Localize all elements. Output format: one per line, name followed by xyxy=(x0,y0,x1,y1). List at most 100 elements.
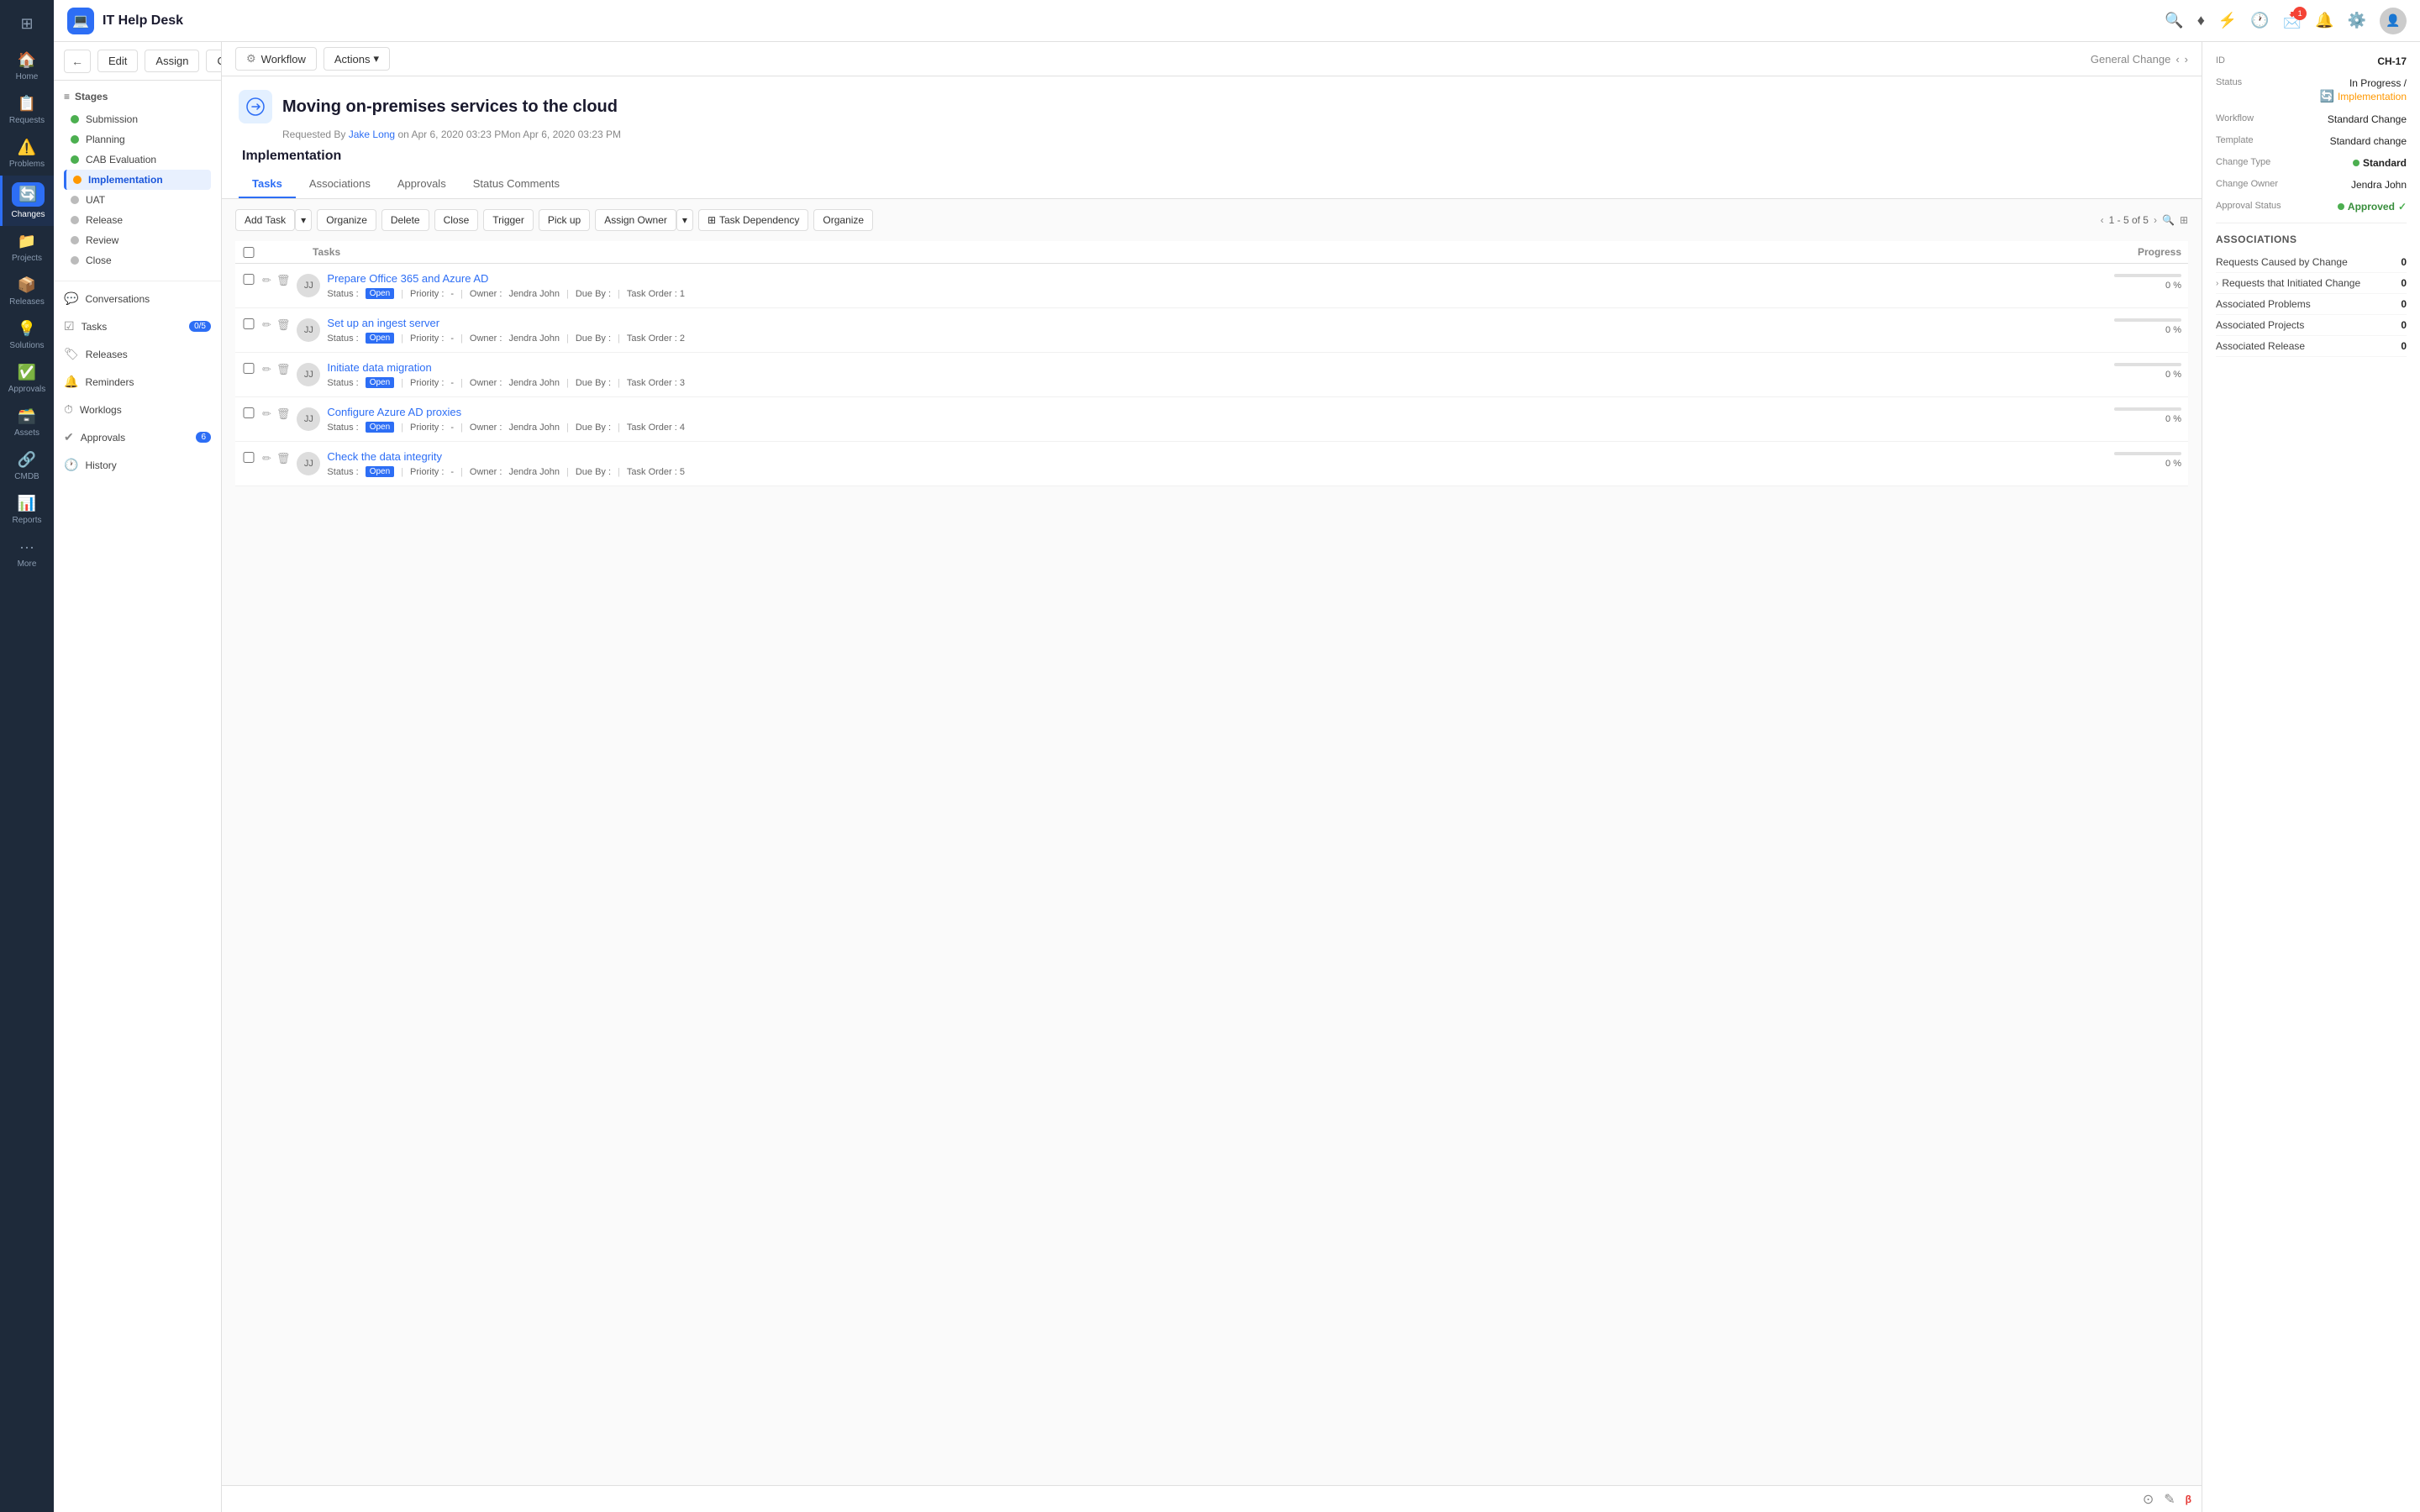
edit-button[interactable]: Edit xyxy=(97,50,138,72)
delete-button[interactable]: Delete xyxy=(381,209,429,231)
status-label: Status xyxy=(2216,77,2242,87)
close-task-button[interactable]: Close xyxy=(434,209,479,231)
task-toolbar: Add Task ▾ Organize Delete Close Trigger… xyxy=(235,209,2188,231)
task-5-name[interactable]: Check the data integrity xyxy=(327,450,2091,463)
back-button[interactable]: ← xyxy=(64,50,91,73)
nav-item-releases[interactable]: 📦 Releases xyxy=(0,270,54,313)
expand-requests-icon[interactable]: › xyxy=(2216,279,2218,288)
field-id: ID CH-17 xyxy=(2216,55,2407,67)
task-5-checkbox[interactable] xyxy=(242,452,255,463)
sidebar-item-history[interactable]: 🕐 History xyxy=(54,451,221,479)
task-3-name[interactable]: Initiate data migration xyxy=(327,361,2091,374)
due-label-5: Due By : xyxy=(576,467,611,477)
task-5-priority: - xyxy=(450,467,454,477)
columns-icon[interactable]: ⊞ xyxy=(2180,214,2188,226)
settings-icon[interactable]: ⚙️ xyxy=(2348,12,2366,29)
organize-button[interactable]: Organize xyxy=(317,209,376,231)
zoom-icon[interactable]: ⊙ xyxy=(2143,1491,2154,1508)
tab-approvals[interactable]: Approvals xyxy=(384,171,460,198)
sidebar-item-conversations[interactable]: 💬 Conversations xyxy=(54,285,221,312)
tasks-area: Add Task ▾ Organize Delete Close Trigger… xyxy=(222,199,2202,1485)
edit-mode-icon[interactable]: ✎ xyxy=(2164,1491,2175,1508)
edit-task-3-icon[interactable]: ✏ xyxy=(262,363,271,376)
stage-release[interactable]: Release xyxy=(64,210,211,230)
delete-task-4-icon[interactable]: 🗑 xyxy=(276,407,291,421)
task-3-info: Initiate data migration Status : Open | … xyxy=(327,361,2091,388)
edit-task-5-icon[interactable]: ✏ xyxy=(262,452,271,465)
nav-item-assets[interactable]: 🗃️ Assets xyxy=(0,401,54,444)
delete-task-2-icon[interactable]: 🗑 xyxy=(276,318,291,332)
actions-button[interactable]: Actions ▾ xyxy=(324,47,390,71)
task-3-checkbox[interactable] xyxy=(242,363,255,374)
pickup-button[interactable]: Pick up xyxy=(539,209,590,231)
nav-item-projects[interactable]: 📁 Projects xyxy=(0,226,54,270)
nav-item-problems[interactable]: ⚠️ Problems xyxy=(0,132,54,176)
notification-icon[interactable]: 📩 1 xyxy=(2283,12,2302,29)
nav-next-task[interactable]: › xyxy=(2154,214,2157,226)
sidebar-item-reminders[interactable]: 🔔 Reminders xyxy=(54,368,221,396)
diamond-icon[interactable]: ♦ xyxy=(2197,12,2205,29)
nav-item-changes[interactable]: 🔄 Changes xyxy=(0,176,54,226)
nav-next-icon[interactable]: › xyxy=(2185,53,2188,66)
bell-icon[interactable]: 🔔 xyxy=(2315,12,2333,29)
nav-item-reports[interactable]: 📊 Reports xyxy=(0,488,54,532)
nav-label-releases: Releases xyxy=(9,297,45,307)
grid-menu-icon[interactable]: ⊞ xyxy=(13,8,39,39)
search-icon[interactable]: 🔍 xyxy=(2165,12,2183,29)
clock-icon[interactable]: 🕐 xyxy=(2250,12,2269,29)
edit-task-2-icon[interactable]: ✏ xyxy=(262,318,271,332)
close-button[interactable]: Close xyxy=(206,50,222,72)
sidebar-item-worklogs[interactable]: ⏱ Worklogs xyxy=(54,396,221,423)
select-all-checkbox[interactable] xyxy=(242,247,255,258)
search-task-icon[interactable]: 🔍 xyxy=(2162,214,2175,226)
stage-planning[interactable]: Planning xyxy=(64,129,211,150)
nav-item-approvals[interactable]: ✅ Approvals xyxy=(0,357,54,401)
delete-task-1-icon[interactable]: 🗑 xyxy=(276,274,291,287)
workflow-button[interactable]: ⚙ Workflow xyxy=(235,47,317,71)
trigger-button[interactable]: Trigger xyxy=(483,209,534,231)
organize2-button[interactable]: Organize xyxy=(813,209,873,231)
assign-owner-button[interactable]: Assign Owner xyxy=(595,209,676,231)
sidebar-item-approvals[interactable]: ✔ Approvals 6 xyxy=(54,423,221,451)
approvals-icon: ✅ xyxy=(18,364,36,381)
task-1-checkbox[interactable] xyxy=(242,274,255,285)
stage-submission[interactable]: Submission xyxy=(64,109,211,129)
stage-implementation[interactable]: Implementation xyxy=(64,170,211,190)
tab-tasks[interactable]: Tasks xyxy=(239,171,296,198)
table-row: ✏ 🗑 JJ Set up an ingest server Status : … xyxy=(235,308,2188,353)
nav-item-solutions[interactable]: 💡 Solutions xyxy=(0,313,54,357)
stage-uat[interactable]: UAT xyxy=(64,190,211,210)
sidebar-item-releases[interactable]: 🏷 Releases xyxy=(54,340,221,368)
user-avatar[interactable]: 👤 xyxy=(2380,8,2407,34)
requester-link[interactable]: Jake Long xyxy=(349,129,395,140)
tab-status-comments[interactable]: Status Comments xyxy=(460,171,573,198)
stage-review[interactable]: Review xyxy=(64,230,211,250)
task-4-name[interactable]: Configure Azure AD proxies xyxy=(327,406,2091,418)
assign-button[interactable]: Assign xyxy=(145,50,199,72)
nav-prev-icon[interactable]: ‹ xyxy=(2175,53,2179,66)
stage-cab-evaluation[interactable]: CAB Evaluation xyxy=(64,150,211,170)
task-4-checkbox[interactable] xyxy=(242,407,255,418)
delete-task-3-icon[interactable]: 🗑 xyxy=(276,363,291,376)
edit-task-1-icon[interactable]: ✏ xyxy=(262,274,271,287)
delete-task-5-icon[interactable]: 🗑 xyxy=(276,452,291,465)
edit-task-4-icon[interactable]: ✏ xyxy=(262,407,271,421)
lightning-icon[interactable]: ⚡ xyxy=(2218,12,2237,29)
nav-item-home[interactable]: 🏠 Home xyxy=(0,45,54,88)
tab-associations[interactable]: Associations xyxy=(296,171,384,198)
task-dependency-button[interactable]: ⊞ Task Dependency xyxy=(698,209,808,231)
nav-item-requests[interactable]: 📋 Requests xyxy=(0,88,54,132)
nav-item-more[interactable]: ··· More xyxy=(0,532,54,575)
nav-prev-task[interactable]: ‹ xyxy=(2101,214,2104,226)
add-task-button[interactable]: Add Task xyxy=(235,209,295,231)
sidebar-item-tasks[interactable]: ☑ Tasks 0/5 xyxy=(54,312,221,340)
add-task-dropdown[interactable]: ▾ xyxy=(295,209,312,231)
task-2-name[interactable]: Set up an ingest server xyxy=(327,317,2091,329)
task-1-avatar: JJ xyxy=(297,274,320,297)
assign-owner-dropdown[interactable]: ▾ xyxy=(676,209,693,231)
change-meta: Requested By Jake Long on Apr 6, 2020 03… xyxy=(282,129,2185,140)
nav-item-cmdb[interactable]: 🔗 CMDB xyxy=(0,444,54,488)
task-1-name[interactable]: Prepare Office 365 and Azure AD xyxy=(327,272,2091,285)
stage-close[interactable]: Close xyxy=(64,250,211,270)
task-2-checkbox[interactable] xyxy=(242,318,255,329)
